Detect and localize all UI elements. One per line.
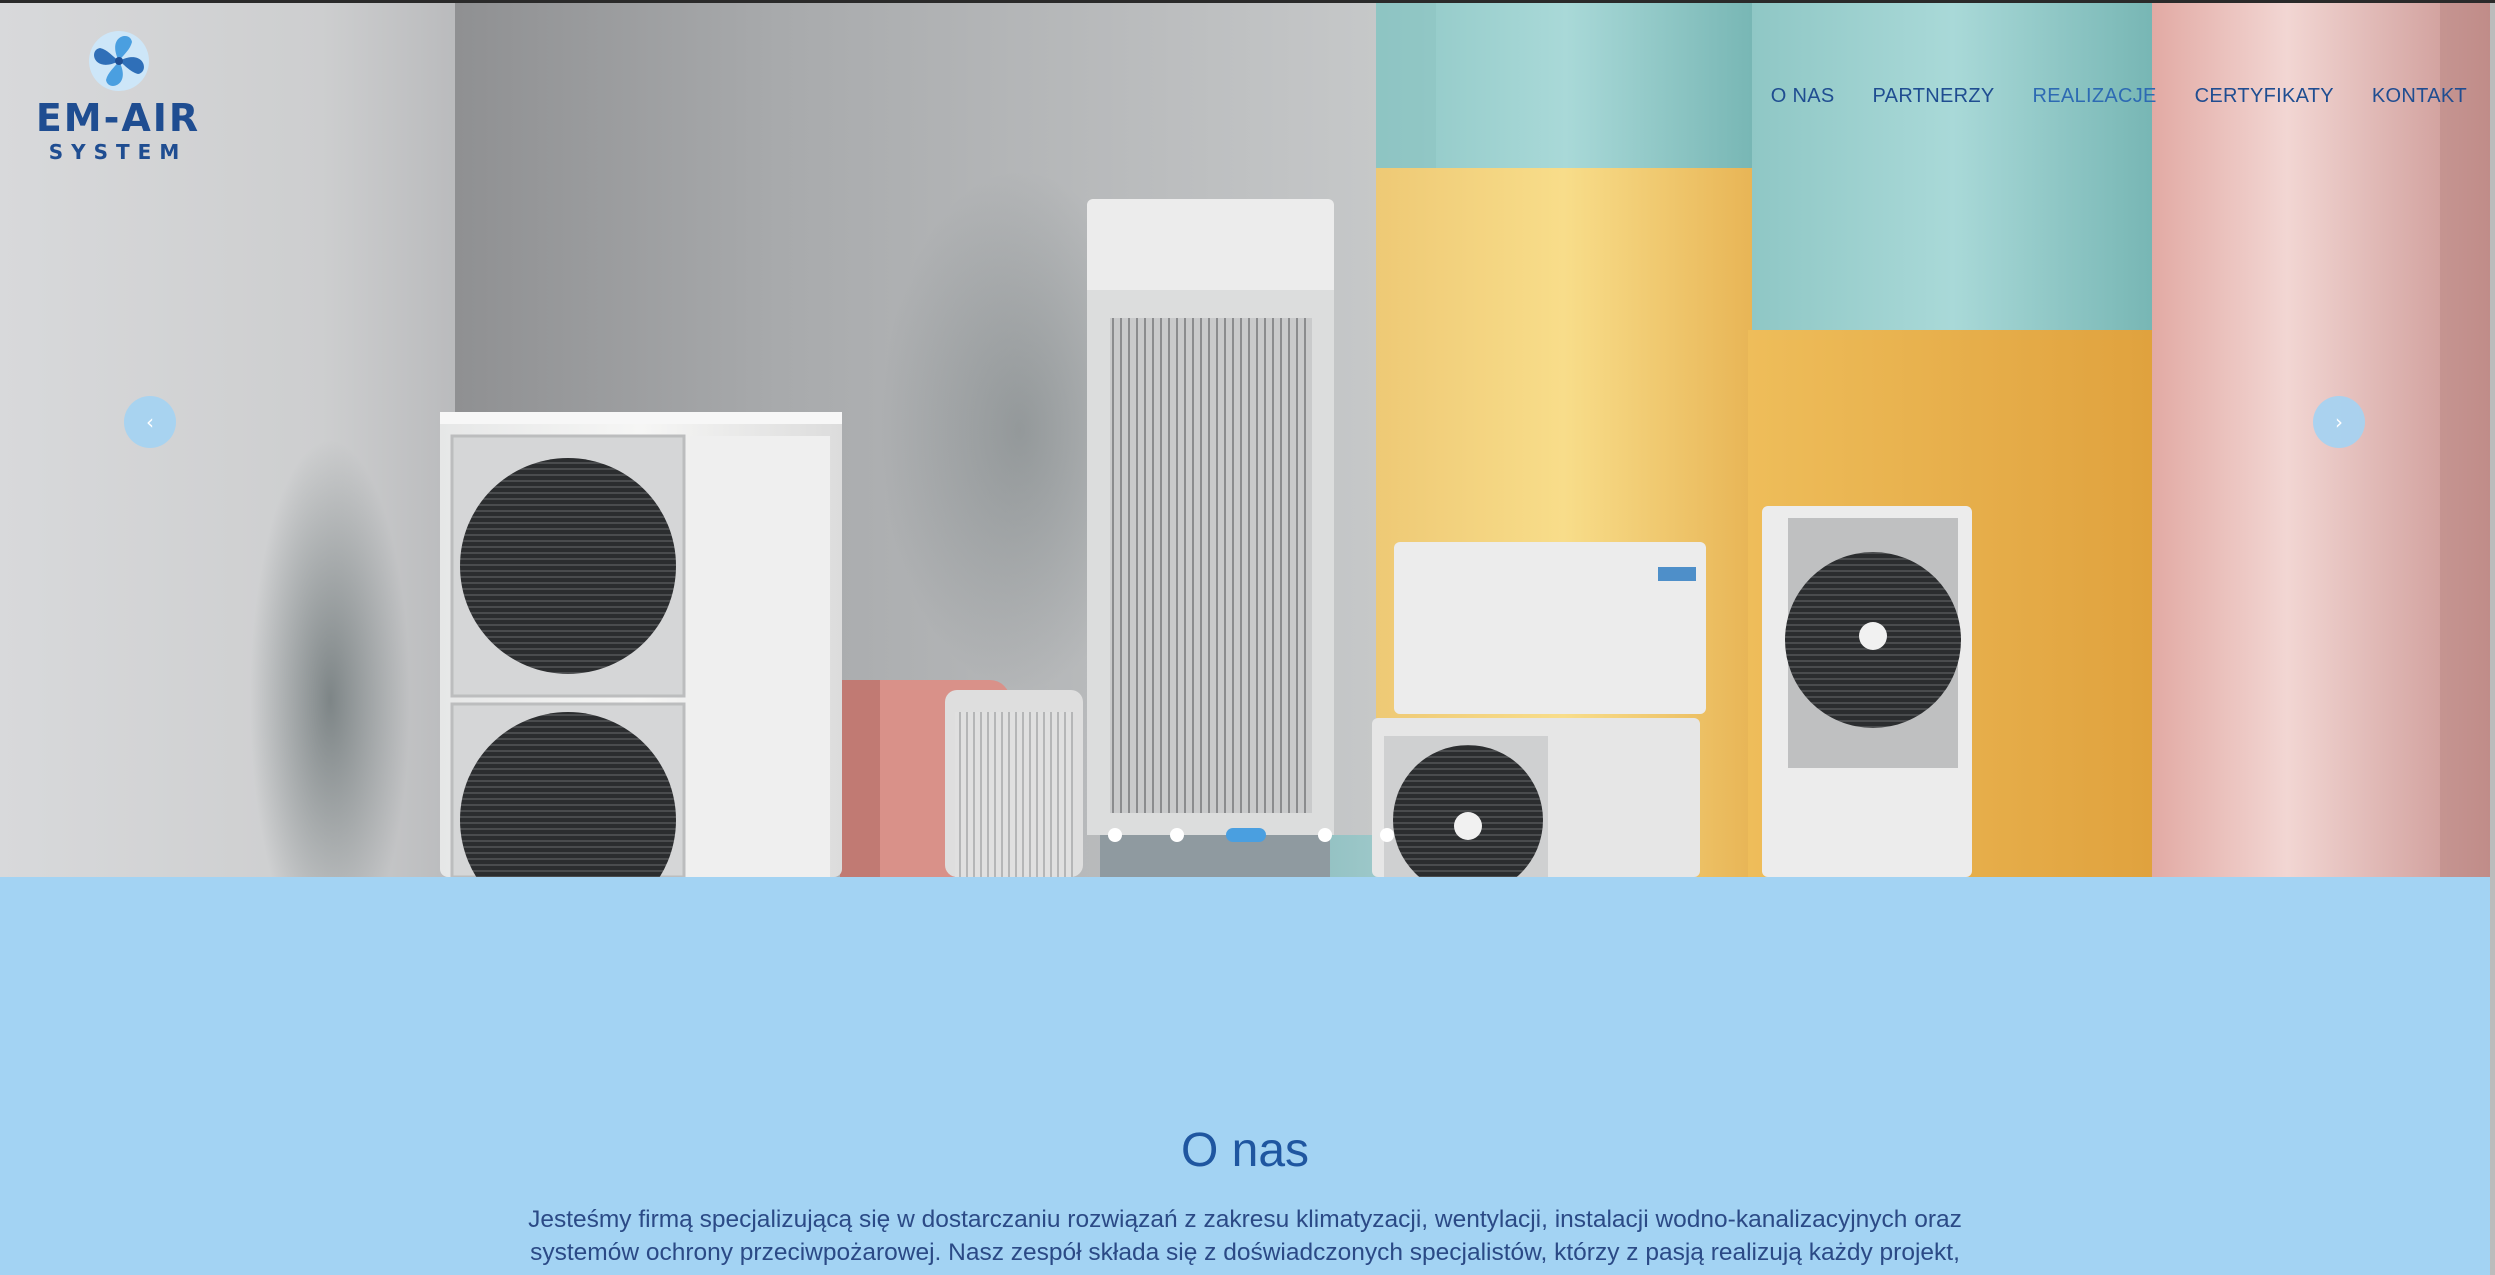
about-text-line-1: Jesteśmy firmą specjalizującą się w dost… [528,1206,1962,1233]
hero-slider [0,0,2490,877]
carousel-dot-1[interactable] [1108,828,1122,842]
carousel-indicators [0,828,2490,844]
carousel-next-button[interactable]: › [2313,396,2365,448]
carousel-dot-5[interactable] [1380,828,1394,842]
top-border [0,0,2495,3]
main-nav: O NAS PARTNERZY REALIZACJE CERTYFIKATY K… [1733,82,2467,110]
logo-name: EM-AIR [35,96,201,140]
chevron-left-icon: ‹ [146,410,154,434]
logo-tagline: SYSTEM [48,140,188,164]
about-section: O nas Jesteśmy firmą specjalizującą się … [0,877,2490,1275]
hero-slide-image [0,0,2490,877]
about-title: O nas [1180,1124,1310,1177]
nav-item-kontakt[interactable]: KONTAKT [2372,82,2467,110]
about-text-line-2: systemów ochrony przeciwpożarowej. Nasz … [530,1239,1960,1266]
nav-item-realizacje[interactable]: REALIZACJE [2033,82,2157,110]
chevron-right-icon: › [2335,410,2343,434]
brand-logo[interactable]: EM-AIR SYSTEM [30,28,210,164]
carousel-dot-2[interactable] [1170,828,1184,842]
nav-item-o-nas[interactable]: O NAS [1771,82,1835,110]
nav-item-partnerzy[interactable]: PARTNERZY [1873,82,1995,110]
fan-logo-icon [89,31,149,91]
page-scrollbar[interactable] [2490,0,2495,1275]
carousel-prev-button[interactable]: ‹ [124,396,176,448]
carousel-dot-3[interactable] [1226,828,1266,842]
carousel-dot-4[interactable] [1318,828,1332,842]
nav-item-certyfikaty[interactable]: CERTYFIKATY [2195,82,2334,110]
about-text: Jesteśmy firmą specjalizującą się w dost… [480,1203,2010,1269]
